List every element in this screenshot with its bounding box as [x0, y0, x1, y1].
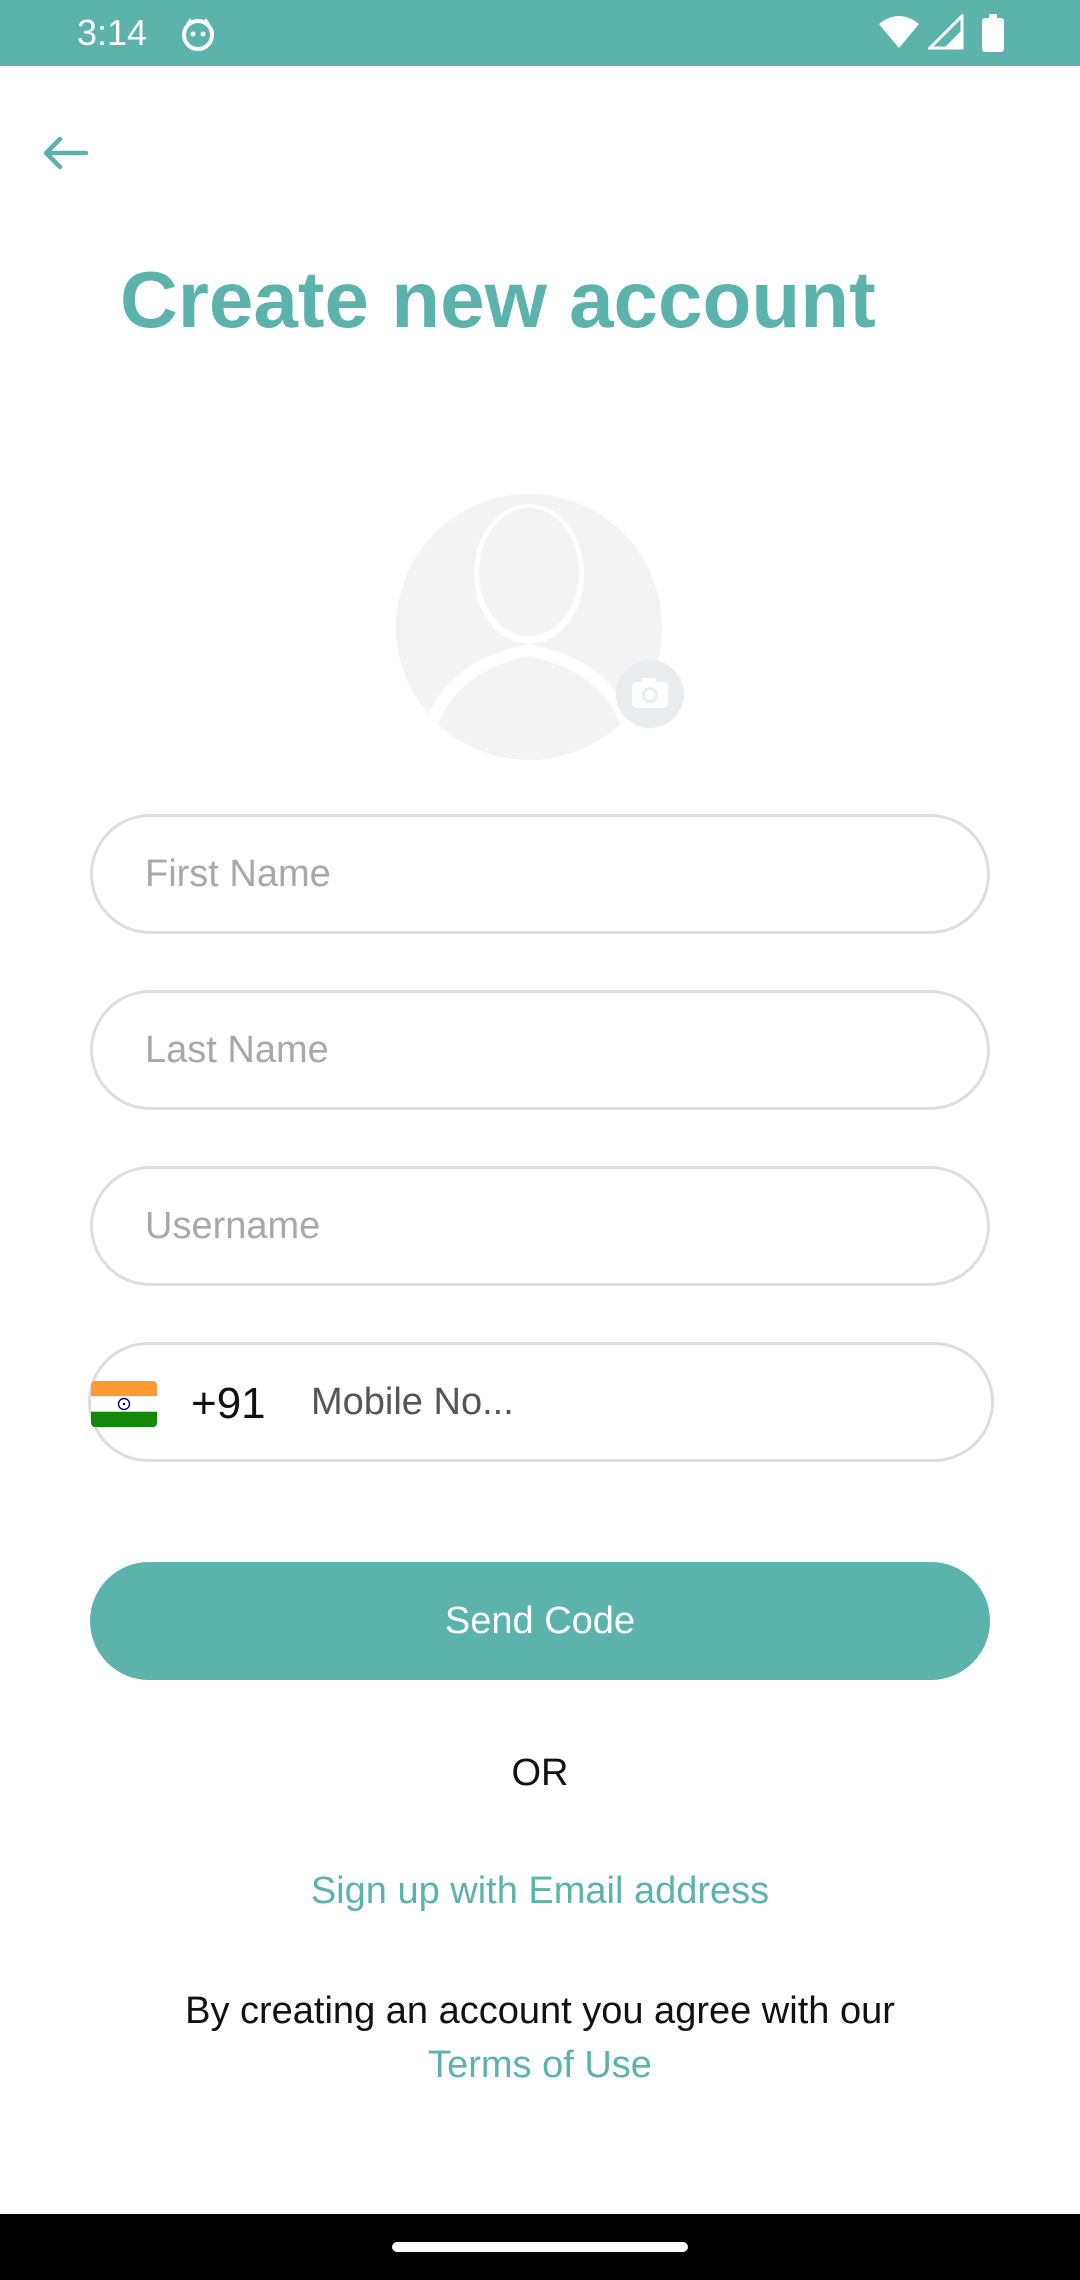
cat-face-icon: [182, 18, 214, 51]
arrow-left-icon: [43, 136, 89, 170]
cell-signal-icon: [928, 14, 964, 50]
home-indicator[interactable]: [392, 2242, 688, 2252]
wifi-icon: [879, 16, 919, 48]
username-input[interactable]: [145, 1169, 945, 1283]
first-name-input[interactable]: [145, 817, 945, 931]
signup-screen: 3:14 Create new account First Name Last …: [0, 0, 1080, 2280]
terms-agreement-text: By creating an account you agree with ou…: [185, 1990, 895, 2032]
india-flag-icon[interactable]: [91, 1381, 157, 1427]
page-title: Create new account: [120, 255, 876, 344]
country-code[interactable]: +91: [191, 1379, 266, 1429]
status-time: 3:14: [77, 12, 148, 53]
last-name-input[interactable]: [145, 993, 945, 1107]
terms-of-use-link[interactable]: Terms of Use: [0, 2044, 1080, 2087]
battery-icon: [982, 14, 1004, 52]
mobile-number-field[interactable]: +91: [88, 1342, 994, 1462]
send-code-button[interactable]: Send Code: [90, 1562, 990, 1680]
or-divider-label: OR: [511, 1752, 569, 1794]
mobile-number-input[interactable]: [311, 1345, 951, 1459]
back-button[interactable]: [30, 126, 100, 180]
camera-icon[interactable]: [616, 660, 684, 728]
last-name-field[interactable]: [90, 990, 990, 1110]
first-name-field[interactable]: [90, 814, 990, 934]
username-field[interactable]: [90, 1166, 990, 1286]
signup-email-link[interactable]: Sign up with Email address: [0, 1870, 1080, 1913]
status-bar: 3:14: [0, 0, 1080, 66]
